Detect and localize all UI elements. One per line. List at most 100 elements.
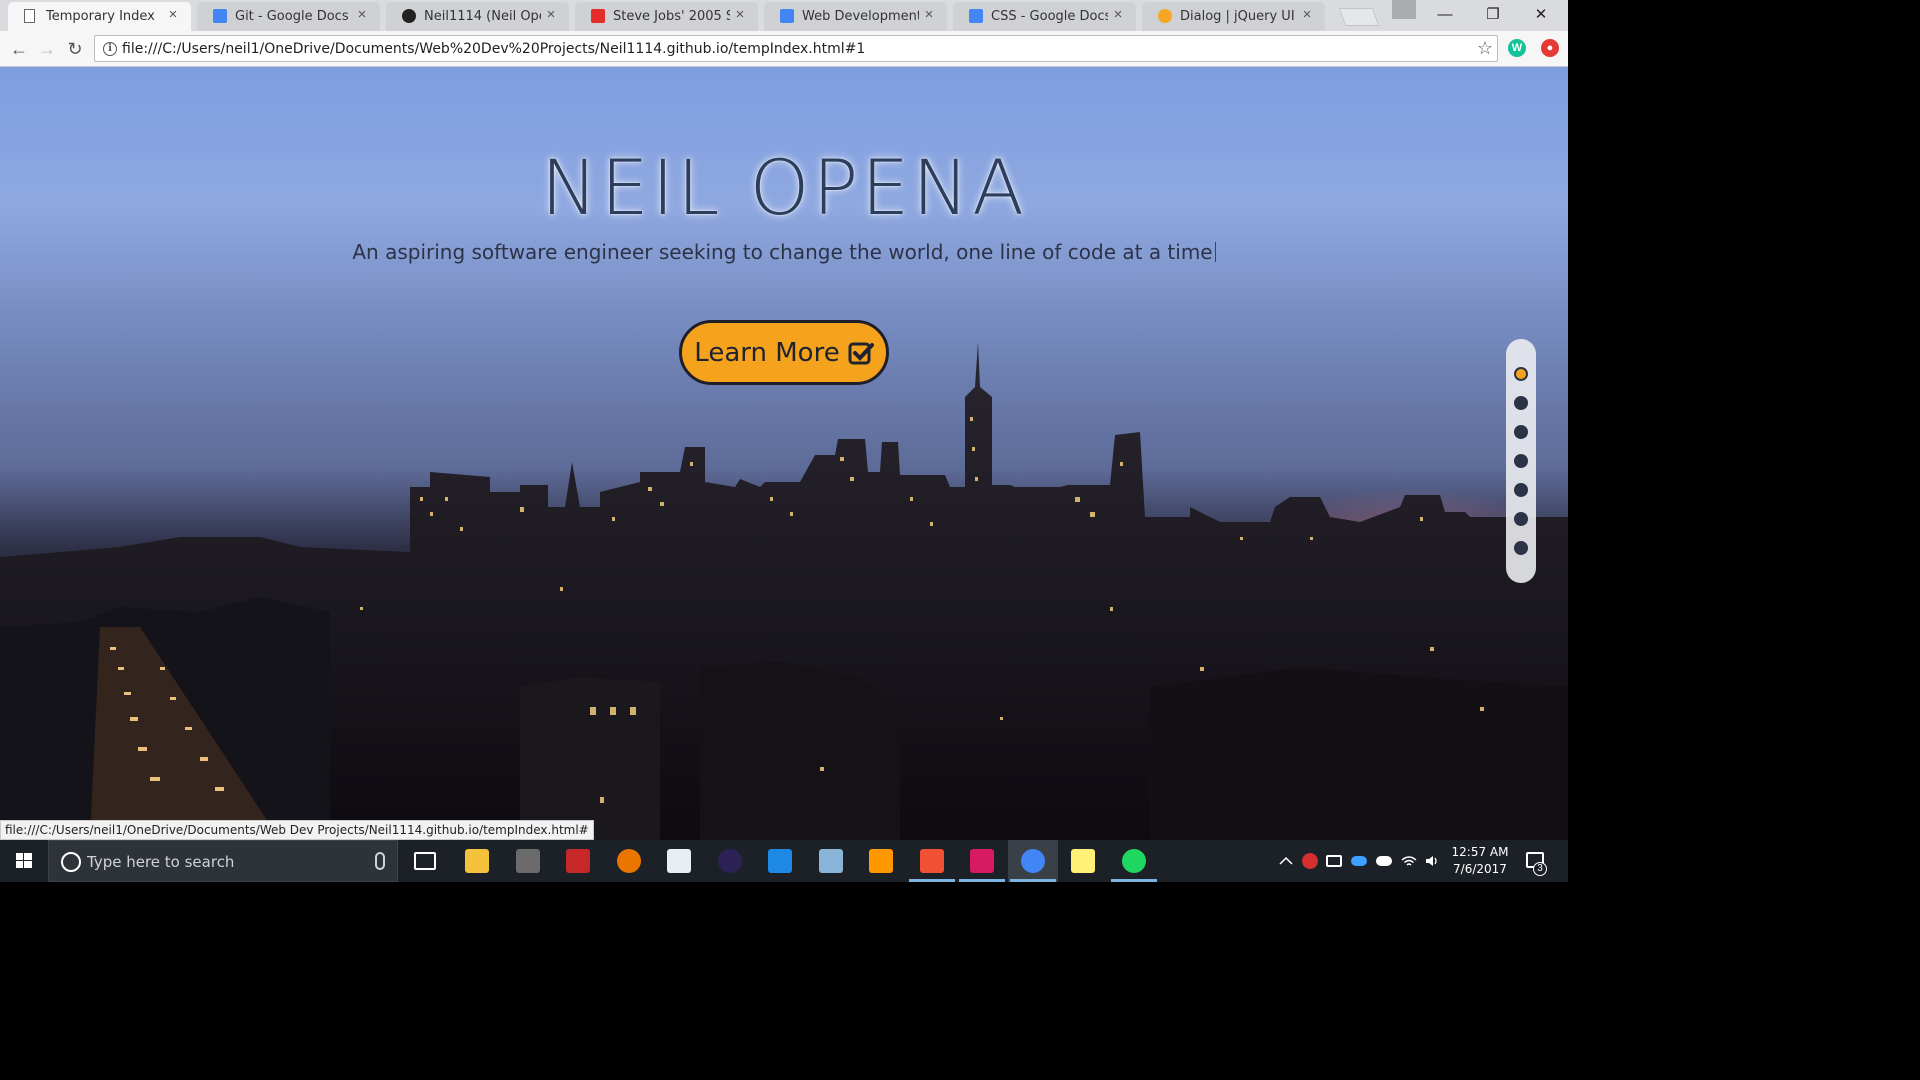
tab-close-icon[interactable]: × — [354, 6, 370, 24]
volume-icon[interactable] — [1424, 853, 1440, 869]
hero-subtitle-text: An aspiring software engineer seeking to… — [352, 240, 1213, 264]
section-dot-3[interactable] — [1514, 425, 1528, 439]
git-icon — [919, 849, 944, 873]
close-window-icon[interactable]: ✕ — [1518, 0, 1564, 30]
address-bar-url[interactable]: file:///C:/Users/neil1/OneDrive/Document… — [122, 41, 865, 57]
spotify-icon — [1121, 849, 1146, 873]
mcafee-icon[interactable] — [1302, 853, 1318, 869]
onedrive-icon[interactable] — [1376, 856, 1392, 866]
microphone-icon[interactable] — [375, 852, 385, 870]
section-dot-nav — [1506, 339, 1536, 583]
browser-tab[interactable]: Temporary Index × — [8, 2, 191, 31]
taskbar-search-placeholder: Type here to search — [87, 853, 235, 871]
eclipse-icon — [717, 849, 742, 873]
google-docs-icon — [780, 9, 794, 23]
check-square-icon — [848, 342, 874, 364]
minimize-icon[interactable]: — — [1422, 0, 1468, 30]
browser-tab[interactable]: Web Development - Gc× — [764, 2, 947, 31]
info-icon[interactable]: i — [103, 42, 117, 56]
taskbar-app[interactable] — [1109, 840, 1159, 882]
sticky-notes-icon — [1071, 849, 1095, 873]
taskbar-app[interactable] — [553, 840, 603, 882]
tab-strip: Temporary Index × Git - Google Docs × Neil11… — [0, 0, 1568, 31]
taskbar-app[interactable] — [452, 840, 502, 882]
show-hidden-icons-icon[interactable] — [1278, 853, 1294, 869]
tab-title: Git - Google Docs — [235, 9, 349, 24]
taskbar-app[interactable] — [957, 840, 1007, 882]
forward-icon[interactable]: → — [34, 36, 60, 62]
taskbar-app[interactable] — [503, 840, 553, 882]
section-dot-5[interactable] — [1514, 483, 1528, 497]
google-docs-icon — [969, 9, 983, 23]
taskbar-app[interactable] — [806, 840, 856, 882]
learn-more-label: Learn More — [694, 337, 840, 368]
task-view-icon[interactable] — [414, 852, 436, 870]
profile-icon[interactable] — [1392, 0, 1416, 19]
taskbar-app[interactable] — [1007, 840, 1058, 882]
taskbar-search[interactable]: Type here to search — [48, 840, 398, 882]
tab-title: CSS - Google Docs — [991, 9, 1108, 24]
start-button[interactable] — [0, 840, 48, 882]
app-bracket-icon — [768, 849, 792, 873]
taskbar-app[interactable] — [1058, 840, 1108, 882]
tab-close-icon[interactable]: × — [543, 6, 559, 24]
section-dot-6[interactable] — [1514, 512, 1528, 526]
tab-title: Web Development - Gc — [802, 9, 919, 24]
address-bar[interactable]: i file:///C:/Users/neil1/OneDrive/Docume… — [94, 35, 1498, 62]
document-editor-icon — [667, 849, 691, 873]
status-bubble: file:///C:/Users/neil1/OneDrive/Document… — [0, 820, 594, 840]
reload-icon[interactable]: ↻ — [62, 36, 88, 62]
jquery-ui-icon — [1158, 9, 1172, 23]
bookmark-star-icon[interactable]: ☆ — [1477, 38, 1493, 59]
wifi-icon[interactable] — [1401, 853, 1417, 869]
taskbar-clock[interactable]: 12:57 AM 7/6/2017 — [1440, 844, 1520, 878]
taskbar-app[interactable] — [755, 840, 805, 882]
chrome-icon — [1020, 849, 1045, 873]
browser-tab[interactable]: CSS - Google Docs × — [953, 2, 1136, 31]
taskbar-app[interactable] — [604, 840, 654, 882]
scarab-icon — [566, 849, 590, 873]
tab-close-icon[interactable]: × — [165, 6, 181, 24]
grammarly-icon[interactable]: W — [1508, 39, 1526, 57]
adblock-icon[interactable]: ● — [1541, 39, 1559, 57]
tab-close-icon[interactable]: × — [1110, 6, 1126, 24]
google-docs-icon — [213, 9, 227, 23]
back-icon[interactable]: ← — [6, 36, 32, 62]
battery-icon[interactable] — [1326, 855, 1342, 867]
new-tab-button[interactable] — [1338, 8, 1380, 26]
section-dot-7[interactable] — [1514, 541, 1528, 555]
section-dot-4[interactable] — [1514, 454, 1528, 468]
typing-caret — [1214, 242, 1216, 262]
inkscape-icon — [818, 849, 843, 873]
tab-title: Temporary Index — [46, 9, 155, 24]
browser-tab[interactable]: Neil1114 (Neil Opena)× — [386, 2, 569, 31]
browser-tab[interactable]: Steve Jobs' 2005 Stanfc× — [575, 2, 758, 31]
browser-tab[interactable]: Git - Google Docs × — [197, 2, 380, 31]
tab-close-icon[interactable]: × — [1299, 6, 1315, 24]
clock-date: 7/6/2017 — [1453, 862, 1507, 876]
taskbar-app[interactable] — [907, 840, 957, 882]
taskbar-app[interactable] — [654, 840, 704, 882]
section-dot-2[interactable] — [1514, 396, 1528, 410]
github-icon — [402, 9, 416, 23]
cortana-icon — [61, 852, 81, 872]
browser-tab[interactable]: Dialog | jQuery UI × — [1142, 2, 1325, 31]
section-dot-1[interactable] — [1514, 367, 1528, 381]
taskbar-app[interactable] — [705, 840, 755, 882]
learn-more-button[interactable]: Learn More — [679, 320, 889, 385]
windows-logo-icon — [16, 853, 32, 868]
tab-title: Neil1114 (Neil Opena) — [424, 9, 541, 24]
file-explorer-icon — [465, 849, 489, 873]
taskbar-app[interactable] — [856, 840, 906, 882]
notification-count-badge: 3 — [1533, 862, 1547, 876]
tab-close-icon[interactable]: × — [921, 6, 937, 24]
hero-subtitle: An aspiring software engineer seeking to… — [0, 240, 1568, 264]
app-generic-icon — [515, 849, 540, 873]
tab-title: Steve Jobs' 2005 Stanfc — [613, 9, 730, 24]
browser-toolbar: ← → ↻ i file:///C:/Users/neil1/OneDrive/… — [0, 31, 1568, 67]
onedrive-blue-icon[interactable] — [1351, 856, 1367, 866]
restore-icon[interactable]: ❐ — [1470, 0, 1516, 30]
hero-section: NEIL OPENA An aspiring software engineer… — [0, 67, 1568, 840]
hero-title: NEIL OPENA — [540, 143, 1028, 232]
tab-close-icon[interactable]: × — [732, 6, 748, 24]
